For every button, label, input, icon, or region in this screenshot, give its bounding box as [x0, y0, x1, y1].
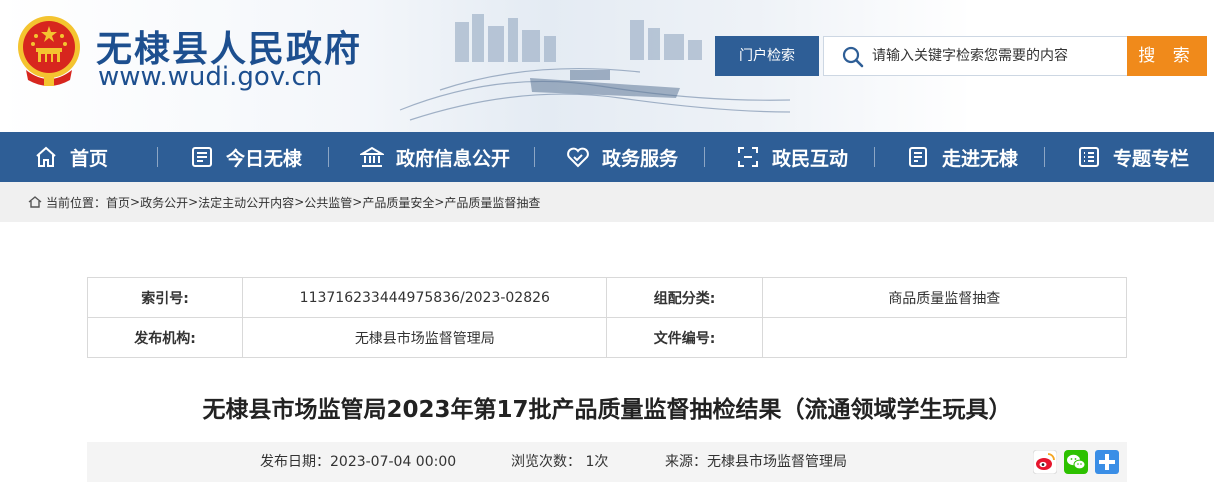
breadcrumb-separator: >	[188, 195, 199, 209]
building-icon	[360, 146, 384, 167]
nav-item-interaction[interactable]: 政民互动	[736, 132, 848, 182]
publisher-label: 发布机构:	[86, 317, 244, 358]
main-nav: 首页 今日无棣 政府信息公开 政务服务 政民互动 走进无棣 专题专栏	[0, 132, 1214, 182]
search-box	[823, 36, 1128, 76]
nav-item-today[interactable]: 今日无棣	[190, 132, 302, 182]
category-value: 商品质量监督抽查	[761, 277, 1128, 318]
breadcrumb-link[interactable]: 产品质量安全	[362, 194, 434, 211]
publish-date: 发布日期：2023-07-04 00:00	[260, 454, 457, 470]
nav-item-special[interactable]: 专题专栏	[1077, 132, 1189, 182]
home-icon	[36, 146, 56, 167]
more-share-icon[interactable]	[1095, 450, 1119, 474]
breadcrumb-link[interactable]: 产品质量监督抽查	[444, 194, 540, 211]
nav-label: 政民互动	[772, 147, 849, 170]
list-icon	[1079, 147, 1099, 167]
search-input[interactable]	[872, 37, 1122, 75]
breadcrumb-separator: >	[352, 195, 363, 209]
nav-label: 今日无棣	[226, 147, 303, 170]
handshake-icon	[567, 147, 589, 168]
breadcrumb-prefix: 当前位置：	[46, 195, 107, 210]
index-number-label: 索引号:	[86, 277, 244, 318]
news-icon	[192, 147, 212, 167]
nav-divider	[534, 147, 535, 167]
index-number-value: 113716233444975836/2023-02826	[242, 277, 608, 318]
breadcrumb-separator: >	[130, 195, 141, 209]
publisher-value: 无棣县市场监督管理局	[242, 317, 608, 358]
breadcrumb-link[interactable]: 公共监管	[304, 194, 352, 211]
search-scope-button[interactable]: 门户检索	[715, 36, 819, 76]
article-source: 来源：无棣县市场监督管理局	[665, 454, 847, 470]
interaction-icon	[738, 147, 758, 167]
nav-divider	[328, 147, 329, 167]
nav-divider	[874, 147, 875, 167]
wechat-icon[interactable]	[1064, 450, 1088, 474]
document-number-label: 文件编号:	[606, 317, 763, 358]
site-header: 无棣县人民政府 www.wudi.gov.cn 门户检索 搜 索	[0, 0, 1214, 132]
article-title: 无棣县市场监管局2023年第17批产品质量监督抽检结果（流通领域学生玩具）	[202, 397, 1012, 423]
weibo-icon[interactable]	[1033, 450, 1057, 474]
nav-label: 政府信息公开	[396, 147, 511, 170]
breadcrumb-link[interactable]: 首页	[106, 194, 130, 211]
search-button[interactable]: 搜 索	[1127, 36, 1207, 76]
nav-item-home[interactable]: 首页	[34, 132, 108, 182]
breadcrumb-link[interactable]: 政务公开	[140, 194, 188, 211]
document-info-table: 索引号: 113716233444975836/2023-02826 组配分类:…	[86, 277, 1128, 358]
category-label: 组配分类:	[606, 277, 763, 318]
breadcrumb-bar: 当前位置： 首页 > 政务公开 > 法定主动公开内容 > 公共监管 > 产品质量…	[0, 182, 1214, 222]
book-icon	[909, 147, 927, 167]
breadcrumb-link[interactable]: 法定主动公开内容	[198, 194, 294, 211]
site-url: www.wudi.gov.cn	[98, 62, 323, 92]
nav-divider	[157, 147, 158, 167]
nav-item-gov-info[interactable]: 政府信息公开	[360, 132, 510, 182]
nav-label: 专题专栏	[1113, 147, 1190, 170]
document-number-value	[761, 317, 1128, 358]
table-row: 索引号: 113716233444975836/2023-02826 组配分类:…	[86, 277, 1128, 318]
breadcrumb: 当前位置： 首页 > 政务公开 > 法定主动公开内容 > 公共监管 > 产品质量…	[28, 182, 540, 222]
home-icon	[28, 196, 42, 208]
nav-label: 走进无棣	[942, 147, 1019, 170]
nav-divider	[1044, 147, 1045, 167]
article-meta-bar: 发布日期：2023-07-04 00:00 浏览次数： 1次 来源：无棣县市场监…	[87, 442, 1127, 482]
national-emblem-logo	[18, 16, 80, 86]
search-icon	[842, 46, 864, 68]
nav-item-about[interactable]: 走进无棣	[906, 132, 1018, 182]
nav-label: 政务服务	[602, 147, 679, 170]
breadcrumb-separator: >	[294, 195, 305, 209]
table-row: 发布机构: 无棣县市场监督管理局 文件编号:	[86, 317, 1128, 358]
breadcrumb-separator: >	[434, 195, 445, 209]
nav-item-services[interactable]: 政务服务	[566, 132, 678, 182]
view-count: 浏览次数： 1次	[511, 454, 609, 470]
nav-divider	[704, 147, 705, 167]
nav-label: 首页	[70, 147, 109, 170]
